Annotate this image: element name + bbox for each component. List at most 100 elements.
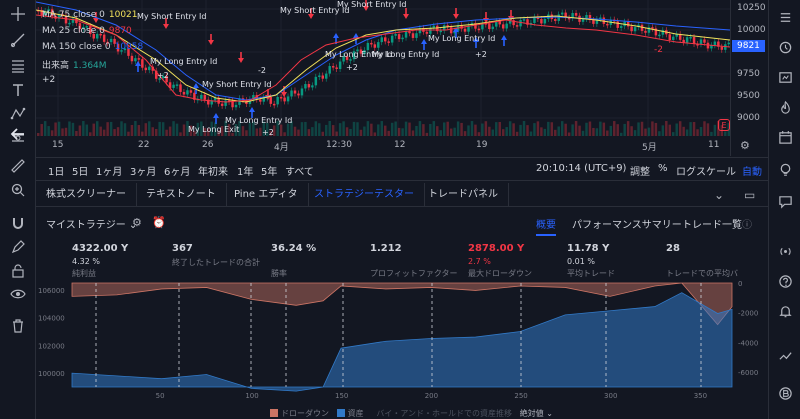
volume-bar <box>99 126 102 136</box>
volume-bar <box>613 121 616 136</box>
absolute-select[interactable]: 絶対値 ⌄ <box>520 409 553 418</box>
range-6m[interactable]: 6ヶ月 <box>164 163 190 178</box>
pattern-icon[interactable] <box>8 104 28 124</box>
time-axis[interactable]: 15 22 26 4月 12:30 12 19 5月 11 <box>36 137 730 155</box>
arrow-left-icon[interactable] <box>8 124 28 144</box>
chat-icon[interactable] <box>776 192 794 210</box>
tab-screener[interactable]: 株式スクリーナー <box>36 183 137 207</box>
tab-trading-panel[interactable]: トレードパネル <box>418 183 509 207</box>
range-all[interactable]: すべて <box>285 163 314 178</box>
tab-text-notes[interactable]: テキストノート <box>136 183 227 207</box>
volume-bar <box>547 121 550 136</box>
price-tick: 10250 <box>737 3 766 13</box>
legend-ma25[interactable]: MA 25 close 0 9870 <box>42 26 132 36</box>
volume-bar <box>373 132 377 136</box>
volume-bar <box>429 123 432 136</box>
magnet-icon[interactable] <box>8 213 28 233</box>
clock-display[interactable]: 20:10:14 (UTC+9) <box>536 163 626 174</box>
legend-equity-label[interactable]: 資産 <box>348 409 364 418</box>
data-window-icon[interactable] <box>776 68 794 86</box>
pencil-lock-icon[interactable] <box>8 237 28 257</box>
range-ytd[interactable]: 年初来 <box>198 163 228 178</box>
streams-icon[interactable] <box>776 346 794 364</box>
volume-bar <box>380 121 383 136</box>
earnings-badge[interactable]: E <box>718 119 730 131</box>
fib-icon[interactable] <box>8 56 28 76</box>
volume-bar <box>75 131 78 136</box>
volume-bar <box>352 121 356 136</box>
price-axis[interactable]: 10250 10000 9750 9500 9000 9821 <box>730 0 768 156</box>
broadcast-icon[interactable] <box>776 242 794 260</box>
volume-bar <box>158 121 161 136</box>
subtab-trades[interactable]: トレード一覧 <box>682 216 742 231</box>
equity-chart[interactable]: 106000 104000 102000 100000 0 -2000 -4000 -6000… <box>36 281 768 407</box>
legend-ma150[interactable]: MA 150 close 0 10058 <box>42 42 143 52</box>
time-tick: 4月 <box>274 143 289 153</box>
candle <box>491 26 495 30</box>
lock-icon[interactable] <box>8 261 28 281</box>
ideas-icon[interactable] <box>776 160 794 178</box>
trash-icon[interactable] <box>8 316 28 336</box>
price-tick: 9750 <box>737 69 760 79</box>
equity-tick-x: 300 <box>604 392 617 400</box>
price-chart[interactable]: -2 <box>36 0 730 156</box>
text-icon[interactable] <box>8 80 28 100</box>
volume-bar <box>342 121 345 136</box>
crypto-icon[interactable] <box>776 384 794 402</box>
volume-bar <box>307 129 311 136</box>
legend-buy-hold-label[interactable]: バイ・アンド・ホールドでの資産推移 <box>376 409 512 418</box>
long-signal-arrow <box>421 39 427 50</box>
legend-drawdown-label[interactable]: ドローダウン <box>281 409 329 418</box>
volume-bar <box>495 122 498 136</box>
legend-volume[interactable]: 出来高 1.364M <box>42 58 107 71</box>
log-scale-button[interactable]: ログスケール <box>676 163 736 178</box>
minimize-icon[interactable]: ⌄ <box>714 188 724 202</box>
zoom-icon[interactable] <box>8 180 28 200</box>
calendar-icon[interactable] <box>776 128 794 146</box>
range-3m[interactable]: 3ヶ月 <box>130 163 156 178</box>
metric-win-rate: 36.24 % 勝率 <box>271 243 317 278</box>
short-signal-arrow <box>238 52 244 63</box>
strategy-select[interactable]: マイストラテジー ⌄ <box>46 216 137 231</box>
candle <box>141 59 144 68</box>
volume-bar <box>415 125 418 136</box>
chart-settings-icon[interactable]: ⚙ <box>740 139 750 152</box>
watchlist-icon[interactable] <box>776 8 794 26</box>
auto-scale-button[interactable]: 自動 <box>742 163 762 178</box>
volume-bar <box>241 126 245 136</box>
help-icon[interactable] <box>776 272 794 290</box>
range-1d[interactable]: 1日 <box>48 163 64 178</box>
legend-ma75[interactable]: MA 75 close 0 10021 <box>42 10 138 20</box>
hotlist-icon[interactable] <box>776 98 794 116</box>
tab-strategy-tester[interactable]: ストラテジーテスター <box>304 183 425 207</box>
ruler-icon[interactable] <box>8 156 28 176</box>
maximize-icon[interactable]: ▭ <box>744 188 755 202</box>
legend-collapse[interactable]: +2 <box>42 75 55 85</box>
volume-bar <box>515 131 519 136</box>
trendline-icon[interactable] <box>8 30 28 50</box>
alert-icon[interactable] <box>776 38 794 56</box>
strategy-settings-icon[interactable]: ⚙ <box>132 216 142 229</box>
percent-button[interactable]: % <box>658 163 668 174</box>
notification-icon[interactable] <box>776 302 794 320</box>
tab-pine-editor[interactable]: Pine エディタ <box>224 183 309 207</box>
candle <box>182 91 186 95</box>
subtab-performance[interactable]: パフォーマンスサマリー <box>572 216 682 231</box>
candle <box>318 75 321 77</box>
range-5y[interactable]: 5年 <box>261 163 277 178</box>
strategy-alert-icon[interactable]: ⏰ <box>152 216 166 229</box>
crosshair-icon[interactable] <box>8 4 28 24</box>
range-1m[interactable]: 1ヶ月 <box>96 163 122 178</box>
candle <box>658 34 661 37</box>
volume-bar <box>696 129 699 136</box>
eye-icon[interactable] <box>8 284 28 304</box>
subtab-overview[interactable]: 概要 <box>536 216 556 236</box>
candle <box>411 33 415 38</box>
volume-bar <box>682 126 685 136</box>
help-icon[interactable]: ⓘ <box>742 216 752 231</box>
range-1y[interactable]: 1年 <box>237 163 253 178</box>
range-5d[interactable]: 5日 <box>72 163 88 178</box>
adjust-button[interactable]: 調整 <box>630 163 650 178</box>
volume-bar <box>43 121 47 136</box>
candle <box>540 19 543 24</box>
